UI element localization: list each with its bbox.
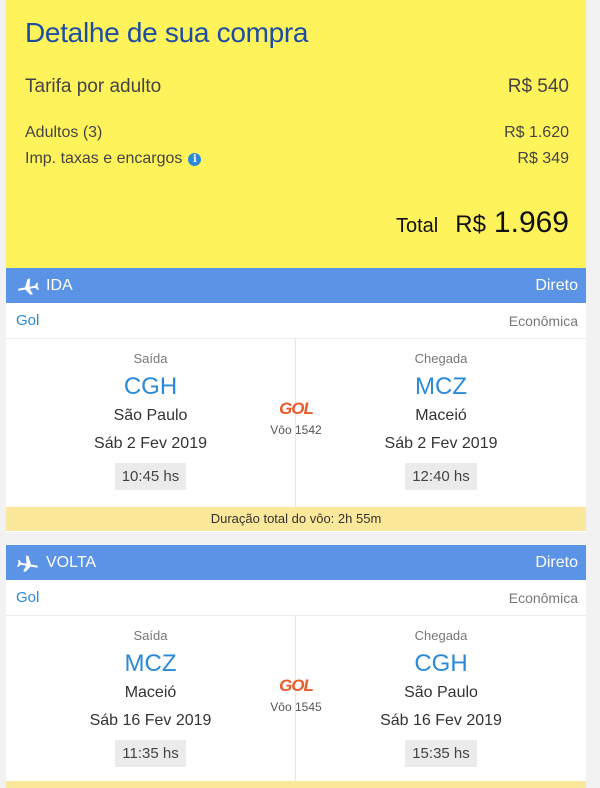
plane-return-icon <box>16 553 40 573</box>
flight-number: Vôo 1542 <box>270 423 322 437</box>
outbound-header: IDA Direto <box>6 268 586 303</box>
arrival-date: Sáb 2 Fev 2019 <box>384 435 498 452</box>
return-leg: VOLTA Direto Gol Econômica Saída MCZ Mac… <box>6 545 586 788</box>
return-airline: Gol <box>16 589 40 606</box>
total-value: 1.969 <box>493 206 569 239</box>
arrival-time: 12:40 hs <box>405 463 477 490</box>
departure-caption: Saída <box>133 351 168 366</box>
departure-airport-code: MCZ <box>124 650 177 677</box>
arrival-date: Sáb 16 Fev 2019 <box>380 712 502 729</box>
summary-title: Detalhe de sua compra <box>25 17 309 48</box>
arrival-caption: Chegada <box>414 351 468 366</box>
departure-time: 10:45 hs <box>114 463 187 490</box>
gol-logo: GOL <box>279 676 314 695</box>
info-icon[interactable]: i <box>188 153 202 166</box>
return-carrier-row: Gol Econômica <box>6 580 586 616</box>
taxes-label: Imp. taxas e encargos <box>25 150 183 167</box>
plane-departure-icon <box>16 276 40 296</box>
arrival-airport-code: MCZ <box>415 373 467 400</box>
fare-row: Tarifa por adulto R$ 540 <box>25 76 569 98</box>
arrival-caption: Chegada <box>414 628 468 643</box>
taxes-value: R$ 349 <box>517 150 569 167</box>
outbound-airline: Gol <box>16 312 40 329</box>
outbound-carrier-row: Gol Econômica <box>6 303 586 339</box>
fare-label: Tarifa por adulto <box>25 76 162 97</box>
departure-airport-code: CGH <box>123 373 178 400</box>
return-header: VOLTA Direto <box>6 545 586 580</box>
return-type: Direto <box>535 553 578 571</box>
outbound-type: Direto <box>535 276 578 294</box>
taxes-row: Imp. taxas e encargos i R$ 349 <box>25 150 569 168</box>
outbound-flight-info: GOL Vôo 1542 <box>246 399 346 437</box>
adults-value: R$ 1.620 <box>504 124 569 141</box>
return-flight-info: GOL Vôo 1545 <box>246 676 346 714</box>
departure-caption: Saída <box>133 628 168 643</box>
departure-date: Sáb 2 Fev 2019 <box>94 435 207 452</box>
purchase-summary: Detalhe de sua compra Tarifa por adulto … <box>6 0 586 268</box>
outbound-cabin: Econômica <box>508 312 578 329</box>
total-label: Total <box>395 215 439 237</box>
total-currency: R$ <box>455 211 486 238</box>
fare-value: R$ 540 <box>507 76 569 97</box>
flight-duration: Duração total do vôo: 2h 55m <box>6 507 586 531</box>
departure-date: Sáb 16 Fev 2019 <box>89 712 212 729</box>
outbound-leg: IDA Direto Gol Econômica Saída CGH São P… <box>6 268 586 532</box>
arrival-time: 15:35 hs <box>405 740 477 767</box>
total-row: Total R$ 1.969 <box>396 206 569 240</box>
departure-time: 11:35 hs <box>115 740 186 767</box>
return-label: VOLTA <box>46 553 97 571</box>
return-segment: Saída MCZ Maceió Sáb 16 Fev 2019 11:35 h… <box>6 616 586 784</box>
gol-logo: GOL <box>279 399 314 418</box>
outbound-label: IDA <box>46 276 73 294</box>
taxes-label-wrap: Imp. taxas e encargos i <box>25 150 202 168</box>
adults-row: Adultos (3) R$ 1.620 <box>25 124 569 142</box>
outbound-segment: Saída CGH São Paulo Sáb 2 Fev 2019 10:45… <box>6 339 586 507</box>
arrival-airport-code: CGH <box>414 650 468 677</box>
flight-number: Vôo 1545 <box>270 700 322 714</box>
return-cabin: Econômica <box>508 589 578 606</box>
return-duration-strip <box>6 781 586 788</box>
adults-label: Adultos (3) <box>25 124 103 141</box>
